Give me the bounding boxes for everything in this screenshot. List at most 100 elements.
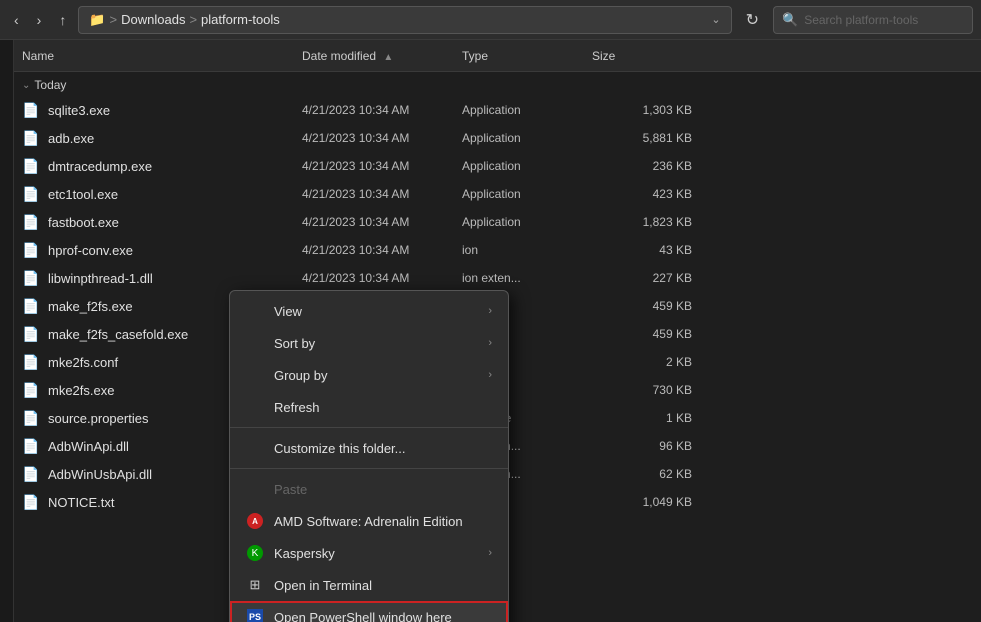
context-menu-item-view[interactable]: View› [230, 295, 508, 327]
file-name: dmtracedump.exe [48, 159, 302, 174]
column-header: Name Date modified ▲ Type Size [14, 40, 981, 72]
menu-icon [246, 302, 264, 320]
file-name: adb.exe [48, 131, 302, 146]
context-menu-label: Kaspersky [274, 546, 478, 561]
breadcrumb-platform-tools[interactable]: platform-tools [201, 12, 280, 27]
col-header-name[interactable]: Name [22, 49, 302, 63]
file-type-icon: 📄 [22, 326, 42, 343]
group-label: Today [34, 78, 66, 92]
file-size: 96 KB [592, 439, 692, 453]
sort-arrow-icon: ▲ [383, 52, 393, 63]
context-menu-divider [230, 468, 508, 469]
context-menu-label: AMD Software: Adrenalin Edition [274, 514, 492, 529]
col-header-date[interactable]: Date modified ▲ [302, 49, 462, 63]
amd-icon: A [246, 512, 264, 530]
submenu-arrow-icon: › [488, 369, 492, 381]
col-header-size[interactable]: Size [592, 49, 692, 63]
file-name: hprof-conv.exe [48, 243, 302, 258]
file-type-icon: 📄 [22, 466, 42, 483]
file-name: libwinpthread-1.dll [48, 271, 302, 286]
file-type: Application [462, 103, 592, 117]
file-type: Application [462, 159, 592, 173]
file-type-icon: 📄 [22, 158, 42, 175]
file-size: 2 KB [592, 355, 692, 369]
context-menu-item-customize[interactable]: Customize this folder... [230, 432, 508, 464]
powershell-icon: PS [246, 608, 264, 622]
file-type: Application [462, 215, 592, 229]
file-size: 459 KB [592, 327, 692, 341]
context-menu-item-kaspersky[interactable]: K Kaspersky › [230, 537, 508, 569]
menu-icon [246, 480, 264, 498]
context-menu-label: Sort by [274, 336, 478, 351]
file-date: 4/21/2023 10:34 AM [302, 271, 462, 285]
context-menu-item-group_by[interactable]: Group by› [230, 359, 508, 391]
context-menu: View›Sort by›Group by›RefreshCustomize t… [229, 290, 509, 622]
menu-icon [246, 398, 264, 416]
context-menu-item-refresh[interactable]: Refresh [230, 391, 508, 423]
breadcrumb-dropdown-icon[interactable]: ⌄ [711, 13, 720, 26]
file-date: 4/21/2023 10:34 AM [302, 131, 462, 145]
file-size: 1,823 KB [592, 215, 692, 229]
context-menu-label: Customize this folder... [274, 441, 492, 456]
folder-icon: 📁 [89, 12, 105, 28]
file-name: fastboot.exe [48, 215, 302, 230]
file-size: 43 KB [592, 243, 692, 257]
table-row[interactable]: 📄 adb.exe 4/21/2023 10:34 AM Application… [14, 124, 981, 152]
file-type-icon: 📄 [22, 410, 42, 427]
context-menu-label: Paste [274, 482, 492, 497]
table-row[interactable]: 📄 libwinpthread-1.dll 4/21/2023 10:34 AM… [14, 264, 981, 292]
file-date: 4/21/2023 10:34 AM [302, 243, 462, 257]
up-button[interactable]: ↑ [53, 8, 72, 32]
submenu-arrow-icon: › [488, 547, 492, 559]
context-menu-label: Open PowerShell window here [274, 610, 492, 622]
menu-icon [246, 366, 264, 384]
file-date: 4/21/2023 10:34 AM [302, 103, 462, 117]
table-row[interactable]: 📄 sqlite3.exe 4/21/2023 10:34 AM Applica… [14, 96, 981, 124]
context-menu-item-paste: Paste [230, 473, 508, 505]
breadcrumb-downloads[interactable]: Downloads [121, 12, 185, 27]
menu-icon [246, 439, 264, 457]
submenu-arrow-icon: › [488, 305, 492, 317]
context-menu-item-open_powershell[interactable]: PS Open PowerShell window here [230, 601, 508, 622]
search-icon: 🔍 [782, 12, 798, 28]
file-size: 1,303 KB [592, 103, 692, 117]
file-size: 730 KB [592, 383, 692, 397]
file-type-icon: 📄 [22, 354, 42, 371]
context-menu-item-open_terminal[interactable]: ⊞Open in Terminal [230, 569, 508, 601]
file-type-icon: 📄 [22, 214, 42, 231]
forward-button[interactable]: › [31, 8, 48, 32]
back-button[interactable]: ‹ [8, 8, 25, 32]
file-size: 227 KB [592, 271, 692, 285]
search-bar[interactable]: 🔍 Search platform-tools [773, 6, 973, 34]
col-header-type[interactable]: Type [462, 49, 592, 63]
context-menu-divider [230, 427, 508, 428]
context-menu-item-sort_by[interactable]: Sort by› [230, 327, 508, 359]
file-date: 4/21/2023 10:34 AM [302, 159, 462, 173]
context-menu-label: Refresh [274, 400, 492, 415]
address-bar[interactable]: 📁 > Downloads > platform-tools ⌄ [78, 6, 731, 34]
table-row[interactable]: 📄 etc1tool.exe 4/21/2023 10:34 AM Applic… [14, 180, 981, 208]
file-size: 459 KB [592, 299, 692, 313]
context-menu-item-amd[interactable]: A AMD Software: Adrenalin Edition [230, 505, 508, 537]
group-arrow-icon: ⌄ [22, 80, 30, 91]
file-name: sqlite3.exe [48, 103, 302, 118]
file-type-icon: 📄 [22, 186, 42, 203]
menu-icon [246, 334, 264, 352]
title-bar: ‹ › ↑ 📁 > Downloads > platform-tools ⌄ ↻… [0, 0, 981, 40]
file-type-icon: 📄 [22, 438, 42, 455]
group-header-today: ⌄ Today [14, 72, 981, 96]
file-size: 1,049 KB [592, 495, 692, 509]
main-area: Name Date modified ▲ Type Size ⌄ Today 📄… [0, 40, 981, 622]
kaspersky-icon: K [246, 544, 264, 562]
refresh-button[interactable]: ↻ [738, 6, 767, 34]
file-type-icon: 📄 [22, 494, 42, 511]
file-size: 62 KB [592, 467, 692, 481]
file-size: 423 KB [592, 187, 692, 201]
file-type-icon: 📄 [22, 242, 42, 259]
file-type-icon: 📄 [22, 102, 42, 119]
table-row[interactable]: 📄 hprof-conv.exe 4/21/2023 10:34 AM ion … [14, 236, 981, 264]
table-row[interactable]: 📄 dmtracedump.exe 4/21/2023 10:34 AM App… [14, 152, 981, 180]
file-type-icon: 📄 [22, 382, 42, 399]
file-type: ion exten... [462, 271, 592, 285]
table-row[interactable]: 📄 fastboot.exe 4/21/2023 10:34 AM Applic… [14, 208, 981, 236]
